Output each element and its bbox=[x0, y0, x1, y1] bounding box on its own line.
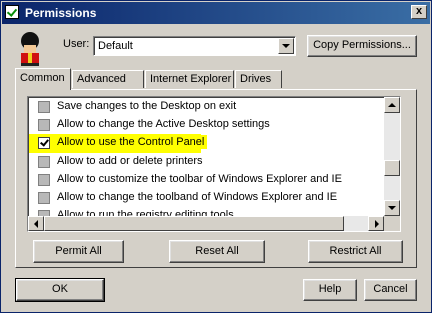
scroll-up-button[interactable] bbox=[384, 97, 400, 113]
permission-label: Allow to customize the toolbar of Window… bbox=[57, 173, 342, 185]
horizontal-scrollbar[interactable] bbox=[28, 216, 384, 231]
help-button[interactable]: Help bbox=[303, 279, 357, 301]
scroll-down-button[interactable] bbox=[384, 200, 400, 216]
vertical-scroll-thumb[interactable] bbox=[384, 160, 400, 176]
window-title: Permissions bbox=[25, 6, 97, 20]
tab-advanced[interactable]: Advanced bbox=[72, 70, 144, 88]
vertical-scrollbar[interactable] bbox=[384, 97, 400, 216]
scroll-right-button[interactable] bbox=[368, 216, 384, 231]
arrow-up-icon bbox=[388, 103, 396, 107]
tab-drives[interactable]: Drives bbox=[235, 70, 282, 88]
list-item[interactable]: Allow to use the Control Panel bbox=[29, 134, 385, 153]
list-item[interactable]: Save changes to the Desktop on exit bbox=[30, 99, 385, 116]
guard-avatar-icon bbox=[21, 32, 39, 66]
restrict-all-button[interactable]: Restrict All bbox=[308, 240, 403, 263]
permission-checkbox[interactable] bbox=[38, 174, 50, 186]
scrollbar-corner bbox=[384, 216, 400, 231]
user-label: User: bbox=[63, 38, 90, 50]
list-item[interactable]: Allow to customize the toolbar of Window… bbox=[30, 172, 385, 189]
permit-all-button[interactable]: Permit All bbox=[33, 240, 124, 263]
permission-label: Allow to use the Control Panel bbox=[53, 135, 208, 149]
user-select[interactable]: Default bbox=[93, 36, 296, 56]
permission-label: Allow to add or delete printers bbox=[57, 155, 203, 167]
arrow-down-icon bbox=[388, 206, 396, 210]
user-select-value: Default bbox=[98, 40, 133, 52]
permission-label: Allow to change the toolband of Windows … bbox=[57, 191, 338, 203]
permission-checkbox[interactable] bbox=[38, 192, 50, 204]
permission-checkbox[interactable] bbox=[38, 101, 50, 113]
permissions-list[interactable]: Save changes to the Desktop on exit Allo… bbox=[27, 96, 401, 232]
list-item[interactable]: Allow to change the toolband of Windows … bbox=[30, 190, 385, 207]
close-button[interactable]: x bbox=[411, 5, 427, 19]
scroll-left-button[interactable] bbox=[28, 216, 44, 231]
permission-checkbox[interactable] bbox=[38, 137, 50, 149]
permission-checkbox[interactable] bbox=[38, 119, 50, 131]
chevron-down-icon[interactable] bbox=[278, 38, 294, 54]
app-check-icon bbox=[5, 5, 19, 19]
arrow-right-icon bbox=[375, 220, 379, 228]
title-bar: Permissions x bbox=[2, 2, 430, 24]
copy-permissions-button[interactable]: Copy Permissions... bbox=[307, 35, 417, 57]
permission-checkbox[interactable] bbox=[38, 156, 50, 168]
tab-common[interactable]: Common bbox=[15, 68, 71, 90]
list-item[interactable]: Allow to add or delete printers bbox=[30, 154, 385, 171]
tab-internet-explorer[interactable]: Internet Explorer bbox=[145, 70, 234, 88]
list-item[interactable]: Allow to change the Active Desktop setti… bbox=[30, 117, 385, 134]
reset-all-button[interactable]: Reset All bbox=[169, 240, 265, 263]
ok-button[interactable]: OK bbox=[15, 278, 105, 302]
permission-label: Allow to change the Active Desktop setti… bbox=[57, 118, 270, 130]
arrow-left-icon bbox=[34, 220, 38, 228]
permission-label: Save changes to the Desktop on exit bbox=[57, 100, 237, 112]
cancel-button[interactable]: Cancel bbox=[364, 279, 417, 301]
horizontal-scroll-thumb[interactable] bbox=[44, 216, 344, 231]
